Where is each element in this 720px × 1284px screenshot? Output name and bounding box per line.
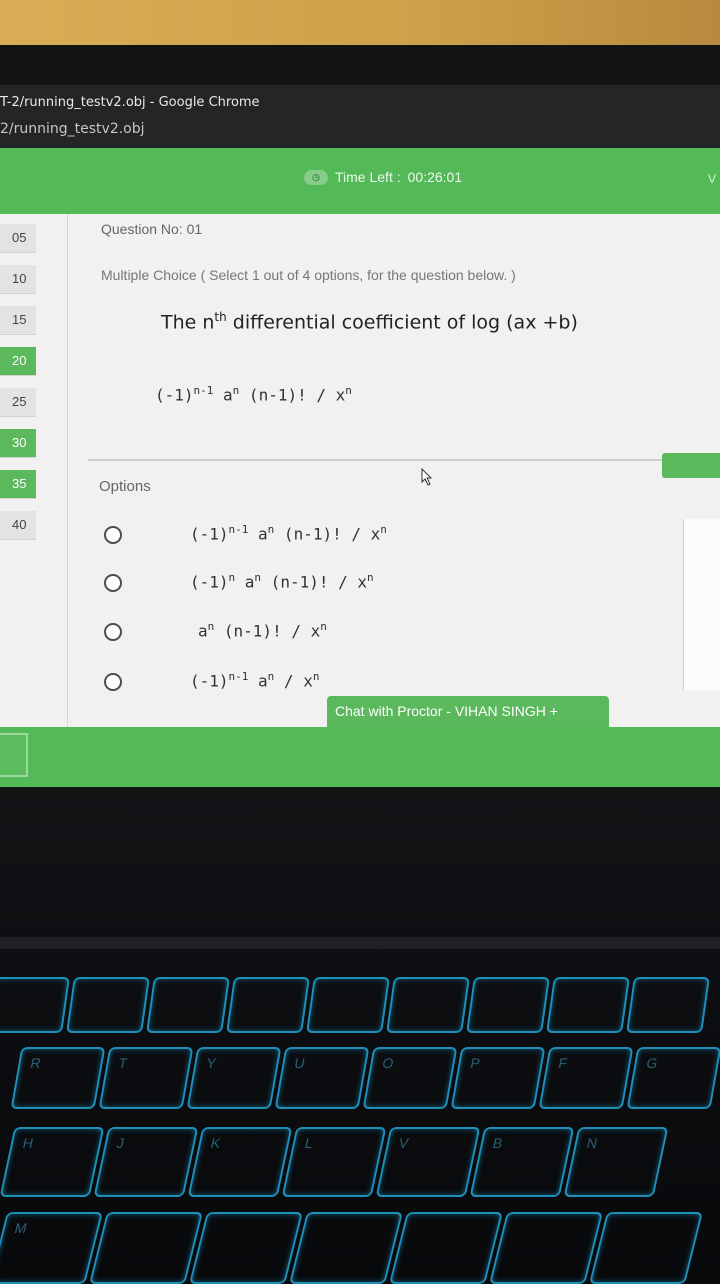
option-row[interactable]: (-1)n an (n-1)! / xn <box>104 570 544 594</box>
question-navigator: 05 10 15 20 25 30 35 40 <box>0 224 36 552</box>
keyboard-key: O <box>362 1047 458 1109</box>
keyboard-key: K <box>187 1127 293 1197</box>
window-title: T-2/running_testv2.obj - Google Chrome <box>0 95 260 110</box>
keyboard-key-label: R <box>29 1055 43 1071</box>
question-type: Multiple Choice ( Select 1 out of 4 opti… <box>101 267 516 283</box>
option-radio[interactable] <box>104 526 122 544</box>
keyboard-key: B <box>469 1127 575 1197</box>
clock-icon: ◷ <box>304 169 328 185</box>
keyboard-key-label: B <box>491 1135 505 1151</box>
question-nav-item[interactable]: 25 <box>0 388 36 417</box>
option-text[interactable]: (-1)n an (n-1)! / xn <box>190 571 374 591</box>
keyboard-key <box>466 977 550 1033</box>
side-tab[interactable] <box>662 453 720 478</box>
keyboard-key-label: T <box>117 1055 129 1071</box>
option-row[interactable]: an (n-1)! / xn <box>104 619 544 643</box>
option-text[interactable]: (-1)n-1 an / xn <box>190 670 319 690</box>
time-left-value: 00:26:01 <box>407 169 463 185</box>
header-user-initial: V <box>707 172 716 186</box>
question-formula: (-1)n-1 an (n-1)! / xn <box>155 384 352 405</box>
keyboard-key <box>589 1212 703 1284</box>
option-radio[interactable] <box>104 673 122 691</box>
laptop-keyboard-deck: R T Y U O P F G H J K L V B N M <box>0 787 720 1284</box>
keyboard-key-label: N <box>585 1135 599 1151</box>
keyboard-key: T <box>98 1047 194 1109</box>
question-nav-item-answered[interactable]: 20 <box>0 347 36 376</box>
keyboard-key <box>546 977 630 1033</box>
keyboard-key <box>626 977 710 1033</box>
question-nav-item-answered[interactable]: 30 <box>0 429 36 458</box>
timer: ◷ Time Left : 00:26:01 <box>304 169 462 185</box>
keyboard-key <box>0 977 70 1033</box>
keyboard-key <box>489 1212 603 1284</box>
option-row[interactable]: (-1)n-1 an / xn <box>104 669 544 693</box>
keyboard-key-label: L <box>303 1135 315 1151</box>
keyboard-key <box>289 1212 403 1284</box>
options-label: Options <box>99 478 151 495</box>
question-panel: 05 10 15 20 25 30 35 40 Question No: 01 … <box>0 214 720 727</box>
option-text[interactable]: an (n-1)! / xn <box>198 620 327 640</box>
photo-background-top <box>0 0 720 45</box>
question-nav-item[interactable]: 05 <box>0 224 36 253</box>
keyboard-key <box>386 977 470 1033</box>
keyboard-key <box>146 977 230 1033</box>
keyboard-key-label: M <box>12 1220 29 1236</box>
keyboard-key-label: P <box>469 1055 482 1071</box>
keyboard-key: U <box>274 1047 370 1109</box>
options-divider <box>88 459 663 461</box>
mouse-cursor-icon <box>421 468 433 486</box>
question-nav-item[interactable]: 40 <box>0 511 36 540</box>
keyboard-key: P <box>450 1047 546 1109</box>
chat-with-proctor-button[interactable]: Chat with Proctor - VIHAN SINGH + <box>327 696 609 727</box>
side-panel <box>683 519 720 691</box>
keyboard-key <box>226 977 310 1033</box>
address-bar[interactable]: 2/running_testv2.obj <box>0 121 145 137</box>
keyboard-key: J <box>93 1127 199 1197</box>
keyboard-key: R <box>10 1047 106 1109</box>
keyboard-key <box>66 977 150 1033</box>
keyboard-key-label: V <box>397 1135 411 1151</box>
option-radio[interactable] <box>104 623 122 641</box>
question-nav-item-answered[interactable]: 35 <box>0 470 36 499</box>
option-text[interactable]: (-1)n-1 an (n-1)! / xn <box>190 523 387 543</box>
navigator-divider <box>67 214 68 727</box>
keyboard-key-label: O <box>381 1055 395 1071</box>
question-nav-item[interactable]: 15 <box>0 306 36 335</box>
keyboard-key-label: U <box>293 1055 307 1071</box>
keyboard-key <box>306 977 390 1033</box>
exam-header: ◷ Time Left : 00:26:01 V <box>0 148 720 214</box>
option-row[interactable]: (-1)n-1 an (n-1)! / xn <box>104 522 544 546</box>
keyboard-key-label: G <box>645 1055 659 1071</box>
keyboard-key-label: K <box>209 1135 223 1151</box>
keyboard-key <box>89 1212 203 1284</box>
keyboard-key-label: J <box>115 1135 126 1151</box>
keyboard-key-label: F <box>557 1055 569 1071</box>
keyboard-key: V <box>375 1127 481 1197</box>
browser-titlebar: T-2/running_testv2.obj - Google Chrome 2… <box>0 85 720 148</box>
keyboard-key: F <box>538 1047 634 1109</box>
question-number: Question No: 01 <box>101 221 203 237</box>
question-nav-item[interactable]: 10 <box>0 265 36 294</box>
question-text: The nth differential coefficient of log … <box>161 310 578 334</box>
keyboard-key: M <box>0 1212 103 1284</box>
laptop-hinge <box>0 937 720 949</box>
keyboard-key: N <box>563 1127 669 1197</box>
footer-button[interactable] <box>0 733 28 777</box>
keyboard-key <box>189 1212 303 1284</box>
keyboard-key: L <box>281 1127 387 1197</box>
keyboard-key: H <box>0 1127 105 1197</box>
option-radio[interactable] <box>104 574 122 592</box>
keyboard-key <box>389 1212 503 1284</box>
keyboard-key-label: H <box>21 1135 35 1151</box>
exam-footer <box>0 727 720 787</box>
laptop-bezel <box>0 45 720 116</box>
keyboard-key: Y <box>186 1047 282 1109</box>
time-left-label: Time Left : <box>335 169 401 185</box>
keyboard-key: G <box>626 1047 720 1109</box>
keyboard-key-label: Y <box>205 1055 218 1071</box>
